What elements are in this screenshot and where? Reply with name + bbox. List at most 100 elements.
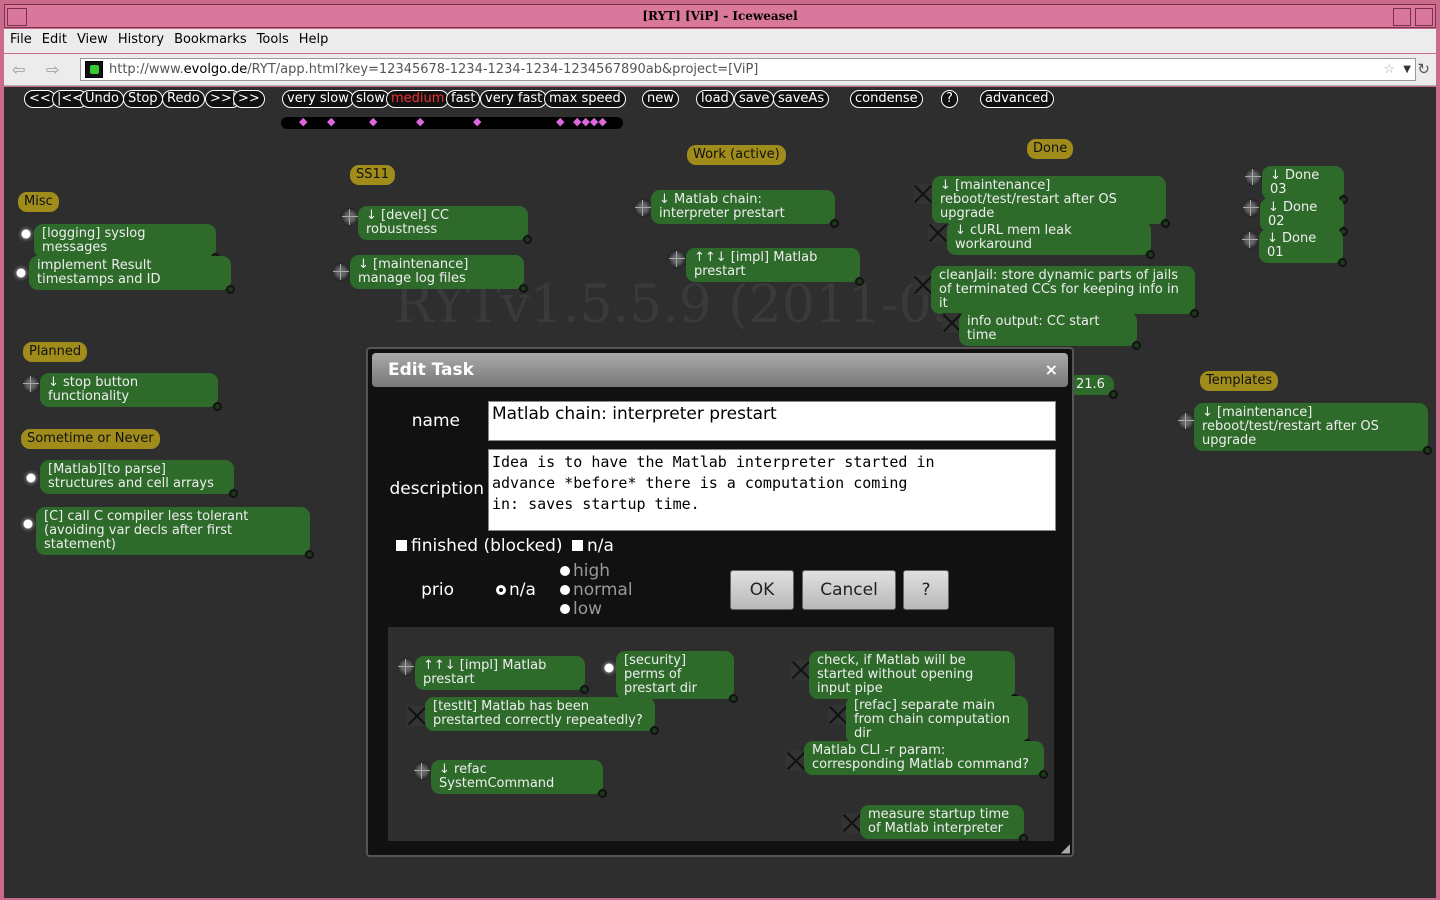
- task-card[interactable]: ↓ Done 03: [1262, 166, 1348, 204]
- task-handle[interactable]: [1423, 446, 1432, 455]
- speed-slow-button[interactable]: slow: [351, 90, 390, 108]
- ok-button[interactable]: OK: [730, 570, 794, 610]
- task-card[interactable]: Matlab CLI -r param: corresponding Matla…: [804, 741, 1048, 779]
- group-label-ss11[interactable]: SS11: [350, 165, 396, 185]
- menu-edit[interactable]: Edit: [36, 29, 71, 47]
- window-menu-button[interactable]: [7, 8, 27, 26]
- task-handle[interactable]: [229, 489, 238, 498]
- task-handle[interactable]: [226, 285, 235, 294]
- menu-view[interactable]: View: [71, 29, 112, 47]
- forward-icon[interactable]: ⇨: [46, 60, 59, 79]
- condense-button[interactable]: condense: [850, 90, 923, 108]
- subtask-canvas[interactable]: ↑↑↓ [impl] Matlab prestart [security] pe…: [388, 627, 1054, 843]
- task-handle[interactable]: [1190, 309, 1199, 318]
- ryt-canvas[interactable]: << |<< Undo Stop Redo >>| >> very slow s…: [4, 87, 1436, 898]
- site-identity-icon[interactable]: [85, 61, 103, 78]
- task-status-icon[interactable]: [18, 226, 34, 242]
- task-status-icon[interactable]: [397, 658, 415, 676]
- close-icon[interactable]: ×: [1045, 353, 1058, 387]
- task-status-icon[interactable]: [413, 762, 431, 780]
- prio-radio-normal[interactable]: normal: [560, 581, 633, 600]
- task-status-icon[interactable]: [634, 199, 652, 217]
- menu-tools[interactable]: Tools: [251, 29, 293, 47]
- task-card[interactable]: ↓ [maintenance] manage log files: [350, 255, 528, 293]
- resize-grip-icon[interactable]: ◢: [1061, 841, 1070, 855]
- task-handle[interactable]: [1039, 770, 1048, 779]
- task-handle[interactable]: [598, 789, 607, 798]
- task-handle[interactable]: [213, 402, 222, 411]
- task-card[interactable]: [Matlab][to parse] structures and cell a…: [40, 460, 238, 498]
- prio-radio-na[interactable]: n/a: [496, 581, 536, 600]
- task-handle[interactable]: [1109, 390, 1118, 399]
- undo-button[interactable]: Undo: [80, 90, 124, 108]
- task-card[interactable]: [logging] syslog messages: [34, 224, 220, 262]
- task-status-icon[interactable]: [23, 470, 39, 486]
- task-status-icon[interactable]: [332, 263, 350, 281]
- task-handle[interactable]: [830, 219, 839, 228]
- task-status-icon[interactable]: [1242, 199, 1260, 217]
- task-card[interactable]: cleanJail: store dynamic parts of jails …: [931, 266, 1199, 318]
- task-handle[interactable]: [1132, 341, 1141, 350]
- help-button[interactable]: ?: [941, 90, 958, 108]
- reload-icon[interactable]: ↻: [1417, 60, 1430, 78]
- task-status-icon[interactable]: [13, 265, 29, 281]
- group-label-misc[interactable]: Misc: [18, 192, 59, 212]
- task-card[interactable]: [C] call C compiler less tolerant (avoid…: [36, 507, 314, 559]
- task-status-icon[interactable]: [828, 705, 848, 725]
- dialog-titlebar[interactable]: Edit Task ×: [372, 353, 1068, 387]
- task-handle[interactable]: [523, 235, 532, 244]
- task-card[interactable]: [security] perms of prestart dir: [616, 651, 738, 703]
- task-card[interactable]: implement Result timestamps and ID: [29, 256, 235, 294]
- task-status-icon[interactable]: [601, 660, 617, 676]
- menu-help[interactable]: Help: [293, 29, 333, 47]
- task-status-icon[interactable]: [928, 223, 948, 243]
- menu-bookmarks[interactable]: Bookmarks: [168, 29, 251, 47]
- url-dropdown-icon[interactable]: ▼: [1403, 59, 1411, 80]
- back-icon[interactable]: ⇦: [12, 60, 25, 79]
- task-status-icon[interactable]: [791, 660, 811, 680]
- menu-history[interactable]: History: [112, 29, 168, 47]
- new-button[interactable]: new: [642, 90, 679, 108]
- url-bar[interactable]: http://www.evolgo.de/RYT/app.html?key=12…: [80, 58, 1416, 81]
- task-card[interactable]: 21.6: [1068, 375, 1118, 399]
- maximize-button[interactable]: [1415, 8, 1433, 26]
- description-field[interactable]: Idea is to have the Matlab interpreter s…: [488, 449, 1056, 531]
- name-field[interactable]: Matlab chain: interpreter prestart: [488, 401, 1056, 441]
- history-timeline[interactable]: ◆ ◆ ◆ ◆ ◆ ◆ ◆◆◆◆: [281, 115, 623, 129]
- task-handle[interactable]: [1019, 834, 1028, 843]
- task-status-icon[interactable]: [913, 184, 933, 204]
- task-card[interactable]: ↑↑↓ [impl] Matlab prestart: [415, 656, 589, 694]
- task-card[interactable]: info output: CC start time: [959, 312, 1141, 350]
- speed-medium-button[interactable]: medium: [386, 90, 450, 108]
- load-button[interactable]: load: [696, 90, 734, 108]
- task-handle[interactable]: [1338, 258, 1347, 267]
- task-status-icon[interactable]: [407, 706, 427, 726]
- bookmark-star-icon[interactable]: ☆: [1383, 59, 1395, 80]
- task-handle[interactable]: [580, 685, 589, 694]
- task-card[interactable]: ↓ Done 02: [1260, 198, 1348, 236]
- task-card[interactable]: measure startup time of Matlab interpret…: [860, 805, 1028, 843]
- task-card[interactable]: [testIt] Matlab has been prestarted corr…: [425, 697, 659, 735]
- task-card[interactable]: ↓ [maintenance] reboot/test/restart afte…: [1194, 403, 1432, 455]
- group-label-templates[interactable]: Templates: [1200, 371, 1279, 391]
- minimize-button[interactable]: [1393, 8, 1411, 26]
- group-label-done[interactable]: Done: [1027, 139, 1074, 159]
- speed-very-slow-button[interactable]: very slow: [282, 90, 354, 108]
- task-card[interactable]: ↓ cURL mem leak workaround: [947, 221, 1155, 259]
- task-handle[interactable]: [1161, 219, 1170, 228]
- task-handle[interactable]: [650, 726, 659, 735]
- group-label-work[interactable]: Work (active): [687, 145, 786, 165]
- task-card[interactable]: ↓ [devel] CC robustness: [358, 206, 532, 244]
- task-handle[interactable]: [855, 277, 864, 286]
- redo-button[interactable]: Redo: [162, 90, 205, 108]
- speed-max-button[interactable]: max speed: [544, 90, 626, 108]
- prio-radio-low[interactable]: low: [560, 600, 602, 619]
- task-handle[interactable]: [305, 550, 314, 559]
- finished-checkbox[interactable]: finished (blocked): [396, 536, 563, 556]
- task-card[interactable]: ↓ Done 01: [1259, 229, 1347, 267]
- task-status-icon[interactable]: [341, 208, 359, 226]
- group-label-sometime[interactable]: Sometime or Never: [21, 429, 160, 449]
- save-button[interactable]: save: [734, 90, 775, 108]
- task-status-icon[interactable]: [1177, 412, 1195, 430]
- speed-very-fast-button[interactable]: very fast: [480, 90, 548, 108]
